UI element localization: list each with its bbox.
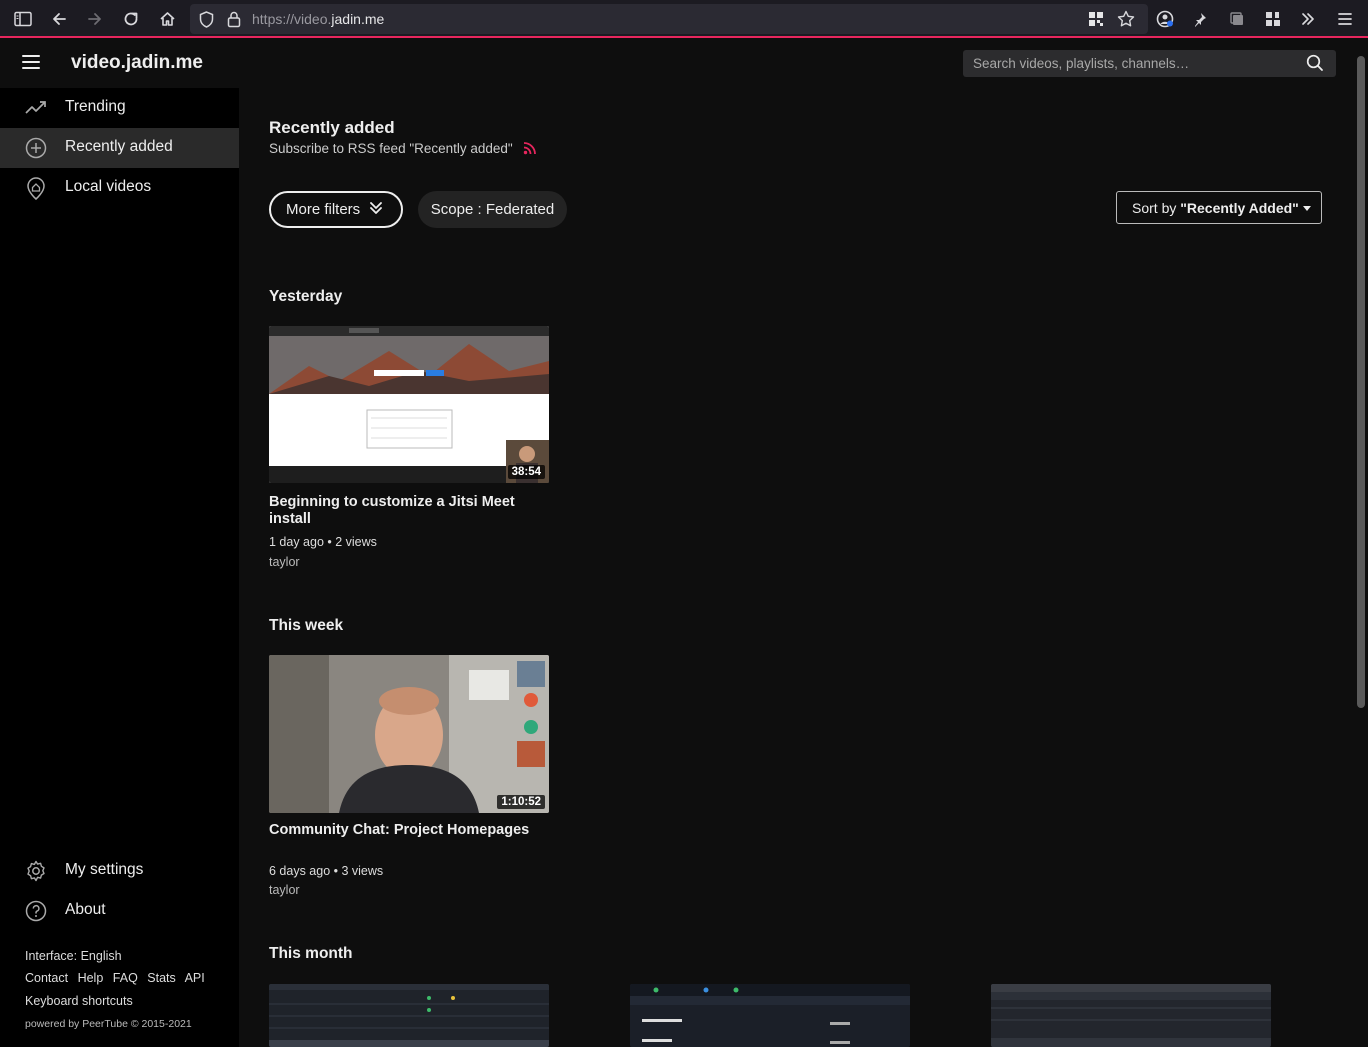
thumbnail-image — [269, 984, 549, 1047]
powered-by[interactable]: powered by PeerTube © 2015-2021 — [25, 1018, 192, 1030]
video-duration: 38:54 — [507, 465, 545, 479]
section-title: Yesterday — [269, 288, 343, 305]
shield-icon[interactable] — [196, 9, 216, 29]
caret-down-icon — [1302, 205, 1311, 211]
thumbnail-image — [269, 326, 549, 483]
site-title[interactable]: video.jadin.me — [71, 52, 203, 74]
sidebar-item-about[interactable]: About — [0, 891, 239, 931]
trending-icon — [25, 97, 47, 119]
rss-label: Subscribe to RSS feed "Recently added" — [269, 141, 513, 156]
video-channel[interactable]: taylor — [269, 555, 300, 569]
video-thumbnail[interactable] — [630, 984, 910, 1047]
menu-toggle-icon[interactable] — [22, 55, 40, 71]
sidebar-item-label: Trending — [65, 98, 126, 115]
sort-value: "Recently Added" — [1180, 199, 1299, 216]
extensions-grid-icon[interactable] — [1263, 9, 1283, 29]
search-icon[interactable] — [1306, 54, 1324, 72]
video-title[interactable]: Community Chat: Project Homepages — [269, 822, 539, 839]
sidebar-item-label: Local videos — [65, 178, 152, 195]
video-title[interactable]: Beginning to customize a Jitsi Meet inst… — [269, 494, 539, 528]
scrollbar-thumb[interactable] — [1357, 56, 1365, 708]
section-title: This month — [269, 945, 353, 962]
sort-dropdown[interactable]: Sort by "Recently Added" — [1116, 191, 1322, 224]
home-pin-icon — [25, 177, 47, 200]
sidebar-item-my-settings[interactable]: My settings — [0, 851, 239, 891]
page-title: Recently added — [269, 118, 395, 137]
search-box — [963, 50, 1336, 77]
overflow-chevrons-icon[interactable] — [1298, 9, 1318, 29]
interface-language[interactable]: Interface: English — [25, 949, 122, 963]
page-scrollbar[interactable] — [1354, 40, 1368, 1047]
footer-link-help[interactable]: Help — [78, 971, 104, 985]
footer-link-api[interactable]: API — [185, 971, 205, 985]
browser-toolbar: https://video.jadin.me — [0, 0, 1368, 38]
sidebar-toggle-icon[interactable] — [13, 9, 33, 29]
plus-circle-icon — [25, 137, 47, 159]
video-meta: 1 day ago • 2 views — [269, 535, 377, 549]
video-thumbnail[interactable] — [991, 984, 1271, 1047]
sidebar-item-trending[interactable]: Trending — [0, 88, 239, 128]
help-icon — [25, 900, 47, 922]
search-input[interactable] — [973, 54, 1293, 73]
video-thumbnail[interactable]: 38:54 — [269, 326, 549, 483]
thumbnail-image — [269, 655, 549, 813]
sidebar-item-local-videos[interactable]: Local videos — [0, 168, 239, 208]
rss-subscribe-link[interactable]: Subscribe to RSS feed "Recently added" — [269, 141, 537, 158]
bookmark-star-icon[interactable] — [1116, 9, 1136, 29]
back-icon[interactable] — [49, 9, 69, 29]
footer-link-faq[interactable]: FAQ — [113, 971, 138, 985]
forward-icon[interactable] — [85, 9, 105, 29]
keyboard-shortcuts-link[interactable]: Keyboard shortcuts — [25, 994, 133, 1008]
reload-icon[interactable] — [121, 9, 141, 29]
sidebar-item-recently-added[interactable]: Recently added — [0, 128, 239, 168]
scope-button[interactable]: Scope : Federated — [418, 191, 567, 228]
video-meta: 6 days ago • 3 views — [269, 864, 384, 878]
thumbnail-image — [630, 984, 910, 1047]
url-text[interactable]: https://video.jadin.me — [252, 11, 384, 27]
footer-links: Contact Help FAQ Stats API — [25, 971, 211, 985]
more-filters-label: More filters — [286, 201, 361, 218]
url-bar[interactable]: https://video.jadin.me — [190, 4, 1148, 34]
sort-prefix: Sort by — [1132, 199, 1177, 216]
copy-extension-icon[interactable] — [1227, 9, 1247, 29]
gear-icon — [25, 860, 47, 882]
sidebar-item-label: My settings — [65, 861, 144, 878]
site-header: video.jadin.me — [0, 40, 1354, 88]
video-thumbnail[interactable]: 1:10:52 — [269, 655, 549, 813]
footer-link-stats[interactable]: Stats — [147, 971, 176, 985]
sidebar-item-label: Recently added — [65, 138, 173, 155]
section-title: This week — [269, 617, 344, 634]
sidebar: Trending Recently added Local videos My … — [0, 88, 239, 1047]
more-filters-button[interactable]: More filters — [269, 191, 403, 228]
thumbnail-image — [991, 984, 1271, 1047]
footer-link-contact[interactable]: Contact — [25, 971, 68, 985]
browser-menu-icon[interactable] — [1335, 9, 1355, 29]
sidebar-item-label: About — [65, 901, 106, 918]
url-domain: jadin.me — [331, 11, 385, 27]
account-icon[interactable] — [1155, 9, 1175, 29]
rss-icon — [523, 141, 537, 158]
video-duration: 1:10:52 — [497, 795, 545, 809]
video-thumbnail[interactable] — [269, 984, 549, 1047]
url-prefix: https://video. — [252, 11, 332, 27]
qr-code-icon[interactable] — [1086, 9, 1106, 29]
pin-extension-icon[interactable] — [1190, 9, 1210, 29]
video-channel[interactable]: taylor — [269, 883, 300, 897]
main-content: Recently added Subscribe to RSS feed "Re… — [239, 88, 1354, 1047]
home-icon[interactable] — [157, 9, 177, 29]
double-chevron-down-icon — [369, 201, 383, 219]
lock-icon[interactable] — [224, 9, 244, 29]
